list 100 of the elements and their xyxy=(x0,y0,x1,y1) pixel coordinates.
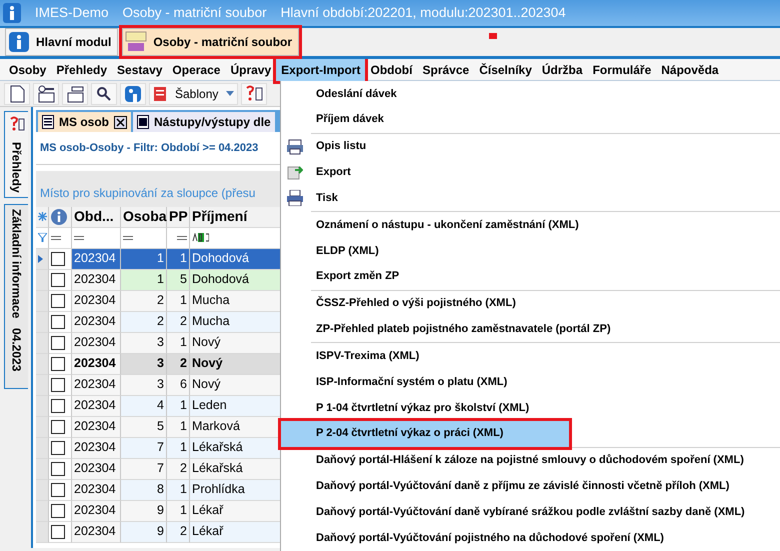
menu-item[interactable]: Správce xyxy=(417,58,474,80)
row-selector[interactable] xyxy=(36,248,49,270)
table-cell: 9 xyxy=(121,500,167,522)
close-button[interactable] xyxy=(114,116,127,128)
column-header[interactable]: Osoba xyxy=(121,206,167,228)
group-panel: Místo pro skupinování za sloupce (přesu xyxy=(36,170,281,206)
side-tab[interactable]: Základní informace 04.2023 xyxy=(4,204,28,389)
menu-item[interactable]: Export změn ZP xyxy=(281,264,780,290)
row-checkbox[interactable] xyxy=(51,462,65,476)
help-icon xyxy=(8,116,24,132)
menu-item[interactable]: Operace xyxy=(167,58,226,80)
row-checkbox[interactable] xyxy=(51,356,65,370)
row-checkbox[interactable] xyxy=(51,314,65,328)
row-checkbox[interactable] xyxy=(51,440,65,454)
menu-item[interactable]: Opis listu xyxy=(281,134,780,160)
new-document-icon xyxy=(8,84,26,102)
toolbar-button[interactable] xyxy=(91,82,117,104)
menu-item[interactable]: Příjem dávek xyxy=(281,106,780,133)
table-cell: 2 xyxy=(167,522,190,542)
menu-item[interactable]: Období xyxy=(365,58,418,80)
menu-item[interactable]: ISP-Informační systém o platu (XML) xyxy=(281,369,780,395)
period-info: Hlavní období:202201, modulu:202301..202304 xyxy=(280,4,566,22)
table-cell: 202304 xyxy=(72,354,121,374)
toolbar-button[interactable] xyxy=(4,82,30,104)
row-checkbox[interactable] xyxy=(51,294,65,308)
menu-item[interactable]: Přehledy xyxy=(51,58,112,80)
row-checkbox[interactable] xyxy=(51,272,65,286)
equals-icon xyxy=(74,236,84,240)
menu-item[interactable]: ČSSZ-Přehled o výši pojistného (XML) xyxy=(281,290,780,316)
menu-item[interactable]: Daňový portál-Hlášení k záloze na pojistné smlouvy o důchodovém spoření (XML) xyxy=(281,448,780,474)
document-icon xyxy=(153,86,167,102)
help-icon xyxy=(245,84,264,102)
menu-item[interactable]: Odeslání dávek xyxy=(281,81,780,107)
row-checkbox[interactable] xyxy=(51,336,65,350)
menu-item[interactable]: Export-Import xyxy=(276,58,366,80)
table-cell: Mucha xyxy=(190,290,281,312)
table-cell: 1 xyxy=(167,500,190,522)
row-checkbox[interactable] xyxy=(51,524,65,538)
toolbar-button[interactable] xyxy=(62,82,88,104)
table-cell: 1 xyxy=(167,480,190,500)
menu-item[interactable]: Nápověda xyxy=(656,58,724,80)
menu-item[interactable]: P 1-04 čtvrtletní výkaz pro školství (XML) xyxy=(281,394,780,421)
menu-item[interactable]: Formuláře xyxy=(588,58,656,80)
window-title: IMES-Demo xyxy=(35,4,109,22)
templates-button[interactable]: Šablony xyxy=(149,82,238,104)
menu-item[interactable]: Daňový portál-Vyúčtování daně vybírané srážkou podle zvláštní sazby daně (XML) xyxy=(281,499,780,526)
row-checkbox[interactable] xyxy=(51,252,65,266)
module-tab[interactable]: Hlavní modul xyxy=(5,28,118,56)
menu-item[interactable]: Export xyxy=(281,159,780,186)
row-checkbox[interactable] xyxy=(51,420,65,434)
equals-icon xyxy=(177,236,187,240)
row-checkbox[interactable] xyxy=(51,378,65,392)
module-tab[interactable]: Osoby - matriční soubor xyxy=(122,28,300,56)
info-icon xyxy=(124,84,142,102)
side-tab-period: 04.2023 xyxy=(8,328,24,372)
menu-item[interactable]: ISPV-Trexima (XML) xyxy=(281,343,780,370)
table-cell: Dohodová xyxy=(190,270,281,290)
table-cell: 2 xyxy=(167,312,190,332)
menu-item[interactable]: ZP-Přehled plateb pojistného zaměstnavatele (portál ZP) xyxy=(281,316,780,342)
document-tab[interactable]: Nástupy/výstupy dle xyxy=(133,112,275,132)
row-checkbox[interactable] xyxy=(51,398,65,412)
table-cell: 1 xyxy=(167,290,190,312)
table-cell: 7 xyxy=(121,458,167,480)
column-header[interactable]: PP xyxy=(167,206,190,228)
table-cell: 1 xyxy=(121,248,167,270)
toolbar-button[interactable] xyxy=(241,82,268,104)
table-cell: Lékař xyxy=(190,522,281,542)
module-icon xyxy=(125,31,148,53)
table-cell: 202304 xyxy=(72,290,121,312)
menu-item[interactable]: Úpravy xyxy=(225,58,276,80)
table-cell: Nový xyxy=(190,354,281,374)
menu-item[interactable]: Oznámení o nástupu - ukončení zaměstnání (XML) xyxy=(281,212,780,238)
side-tab[interactable]: Přehledy xyxy=(4,111,28,198)
column-header[interactable]: Obd... xyxy=(72,206,121,228)
toolbar-button[interactable] xyxy=(33,82,59,104)
menu-item[interactable]: Daňový portál-Vyúčtování daně z příjmu ze závislé činnosti včetně příloh (XML) xyxy=(281,473,780,500)
table-cell: 202304 xyxy=(72,248,121,270)
menu-item[interactable]: ELDP (XML) xyxy=(281,238,780,264)
table-cell: 5 xyxy=(167,270,190,290)
row-checkbox[interactable] xyxy=(51,482,65,496)
menu-item[interactable]: Daňový portál-Vyúčtování pojistného na důchodové spoření (XML) xyxy=(281,525,780,551)
menu-item[interactable]: Údržba xyxy=(536,58,588,80)
menu-item[interactable]: Osoby xyxy=(4,58,52,80)
table-cell: Lékař xyxy=(190,500,281,522)
marker-square xyxy=(489,33,497,39)
table-cell: 202304 xyxy=(72,374,121,396)
table-cell: 7 xyxy=(121,438,167,458)
row-checkbox[interactable] xyxy=(51,504,65,518)
document-tab[interactable]: MS osob xyxy=(38,112,131,132)
export-icon xyxy=(287,164,303,180)
table-cell: 202304 xyxy=(72,270,121,290)
menu-item[interactable]: Tisk xyxy=(281,185,780,212)
equals-icon xyxy=(51,236,61,240)
menu-item[interactable]: Číselníky xyxy=(474,58,537,80)
equals-icon xyxy=(123,236,133,240)
column-header[interactable]: Příjmení xyxy=(190,206,281,228)
menu-item[interactable]: P 2-04 čtvrtletní výkaz o práci (XML) xyxy=(281,420,569,447)
table-cell: 1 xyxy=(121,270,167,290)
menu-item[interactable]: Sestavy xyxy=(112,58,168,80)
table-cell: 4 xyxy=(121,396,167,416)
